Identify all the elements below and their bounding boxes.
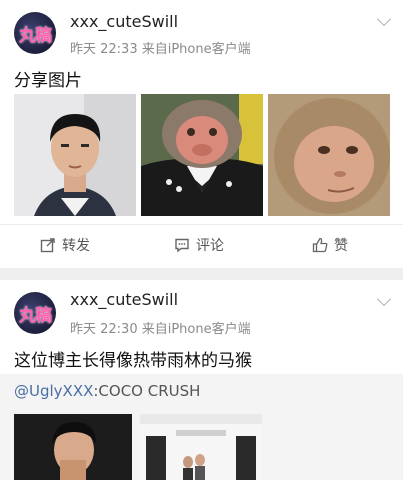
comment-label: 评论 — [196, 238, 224, 254]
like-button[interactable]: 赞 — [312, 235, 348, 255]
repost-icon — [40, 238, 55, 253]
repost-label: 转发 — [62, 238, 90, 254]
chevron-down-icon[interactable] — [376, 291, 392, 307]
post-actions: 转发 评论 赞 — [0, 224, 403, 267]
feed-divider — [0, 268, 403, 280]
post-image-young-man[interactable] — [14, 94, 136, 216]
post-text: 分享图片 — [14, 71, 82, 91]
username[interactable]: xxx_cuteSwill — [70, 290, 178, 309]
quoted-image-man[interactable] — [14, 414, 132, 480]
post-meta: 昨天 22:33 来自iPhone客户端 — [70, 42, 251, 57]
post-image-monkey-suit[interactable] — [141, 94, 263, 216]
quoted-post-text: @UglyXXX:COCO CRUSH — [14, 382, 200, 400]
quoted-text: :COCO CRUSH — [93, 382, 201, 400]
post-meta: 昨天 22:30 来自iPhone客户端 — [70, 322, 251, 337]
avatar[interactable]: 丸稿 — [14, 12, 56, 54]
post-image-monkey-face[interactable] — [268, 94, 390, 216]
like-label: 赞 — [334, 238, 348, 254]
repost-button[interactable]: 转发 — [40, 235, 90, 255]
repost-container[interactable]: @UglyXXX:COCO CRUSH — [0, 374, 403, 480]
comment-icon — [175, 238, 189, 253]
avatar-label: 丸稿 — [19, 306, 52, 326]
quoted-image-store[interactable] — [140, 414, 262, 480]
feed-post: 丸稿 xxx_cuteSwill 昨天 22:30 来自iPhone客户端 这位… — [0, 280, 403, 480]
comment-button[interactable]: 评论 — [174, 235, 224, 255]
post-text: 这位博主长得像热带雨林的马猴 — [14, 351, 252, 371]
chevron-down-icon[interactable] — [376, 11, 392, 27]
username[interactable]: xxx_cuteSwill — [70, 12, 178, 31]
avatar[interactable]: 丸稿 — [14, 292, 56, 334]
mention-link[interactable]: @UglyXXX — [14, 382, 93, 400]
feed-post: 丸稿 xxx_cuteSwill 昨天 22:33 来自iPhone客户端 分享… — [0, 0, 403, 268]
thumbs-up-icon — [312, 237, 328, 253]
avatar-label: 丸稿 — [19, 26, 52, 46]
